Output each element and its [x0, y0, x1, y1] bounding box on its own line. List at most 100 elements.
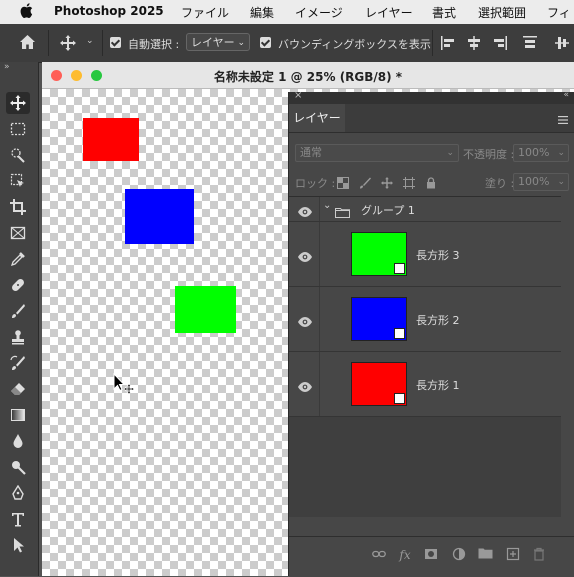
brush-tool[interactable] — [6, 300, 30, 322]
new-group-icon[interactable] — [477, 547, 493, 563]
layer-name: 長方形 1 — [416, 379, 460, 392]
chevron-down-icon[interactable]: ⌄ — [323, 200, 331, 211]
lock-artboard-icon[interactable] — [403, 174, 415, 193]
crop-icon — [10, 199, 26, 215]
pen-tool[interactable] — [6, 482, 30, 504]
add-mask-icon[interactable] — [423, 547, 439, 563]
menu-select[interactable]: 選択範囲 — [478, 4, 526, 21]
layer-name: 長方形 2 — [416, 314, 460, 327]
shape-layer-icon — [394, 263, 405, 274]
type-tool[interactable] — [6, 508, 30, 530]
quick-selection-tool[interactable] — [6, 144, 30, 166]
blur-tool[interactable] — [6, 430, 30, 452]
layer-row[interactable]: 長方形 1 — [289, 352, 561, 417]
align-center-icon[interactable] — [466, 35, 482, 54]
layer-list-scrollbar[interactable] — [561, 196, 574, 516]
opacity-input[interactable]: 100% ⌄ — [513, 144, 569, 162]
fill-value: 100% — [518, 175, 550, 188]
panel-tab-bar: レイヤー — [289, 104, 574, 133]
layer-thumbnail — [351, 362, 407, 406]
new-layer-icon[interactable] — [505, 547, 521, 563]
menu-file[interactable]: ファイル — [181, 4, 229, 21]
layer-name: 長方形 3 — [416, 249, 460, 262]
green-rectangle[interactable] — [175, 286, 236, 333]
layer-row[interactable]: 長方形 3 — [289, 222, 561, 287]
lock-position-icon[interactable] — [381, 174, 393, 193]
quick-selection-icon — [11, 148, 25, 163]
object-selection-tool[interactable] — [6, 170, 30, 192]
divider — [102, 30, 103, 56]
visibility-eye-icon[interactable] — [297, 203, 313, 217]
align-right-icon[interactable] — [492, 35, 508, 54]
align-middle-icon[interactable] — [554, 35, 570, 54]
history-brush-icon — [10, 355, 25, 370]
layer-group-row[interactable]: ⌄ グループ 1 — [289, 197, 561, 222]
brush-icon — [12, 304, 25, 318]
menu-type[interactable]: 書式 — [432, 4, 456, 21]
red-rectangle[interactable] — [83, 118, 139, 161]
adjustment-layer-icon[interactable] — [451, 547, 467, 563]
apple-icon[interactable] — [20, 3, 33, 21]
frame-tool[interactable] — [6, 222, 30, 244]
mouse-cursor-icon — [113, 372, 137, 401]
folder-icon — [335, 203, 350, 222]
eyedropper-tool[interactable] — [6, 248, 30, 270]
blue-rectangle[interactable] — [125, 189, 194, 244]
stamp-icon — [12, 330, 24, 345]
visibility-eye-icon[interactable] — [297, 248, 313, 262]
fill-input[interactable]: 100% ⌄ — [513, 173, 569, 191]
chevron-down-icon: ⌄ — [446, 148, 454, 158]
tab-layers[interactable]: レイヤー — [289, 104, 345, 132]
collapse-panel-icon[interactable]: « — [563, 90, 569, 100]
menu-bar: Photoshop 2025 ファイル 編集 イメージ レイヤー 書式 選択範囲… — [0, 0, 574, 24]
crop-tool[interactable] — [6, 196, 30, 218]
healing-brush-tool[interactable] — [6, 274, 30, 296]
expand-panel-icon[interactable]: » — [4, 62, 10, 72]
app-name-menu[interactable]: Photoshop 2025 — [54, 4, 164, 18]
lock-transparency-icon[interactable] — [337, 174, 349, 193]
delete-layer-icon[interactable] — [531, 547, 547, 563]
history-brush-tool[interactable] — [6, 352, 30, 374]
menu-layer[interactable]: レイヤー — [365, 4, 413, 21]
blend-mode-value: 通常 — [300, 146, 322, 159]
align-top-icon[interactable] — [522, 35, 538, 54]
document-title-bar: 名称未設定 1 @ 25% (RGB/8) * — [42, 62, 574, 89]
marquee-tool[interactable] — [6, 118, 30, 140]
menu-image[interactable]: イメージ — [295, 4, 343, 21]
lock-pixels-icon[interactable] — [359, 174, 371, 193]
auto-select-label: 自動選択 : — [128, 38, 180, 51]
gradient-tool[interactable] — [6, 404, 30, 426]
lock-all-icon[interactable] — [425, 174, 437, 193]
menu-edit[interactable]: 編集 — [250, 4, 274, 21]
show-bounding-box-checkbox[interactable] — [260, 37, 271, 48]
align-left-icon[interactable] — [440, 35, 456, 54]
eraser-tool[interactable] — [6, 378, 30, 400]
document-title: 名称未設定 1 @ 25% (RGB/8) * — [213, 70, 403, 84]
layers-panel-footer: fx — [289, 536, 574, 577]
fx-icon[interactable]: fx — [397, 547, 413, 563]
menu-filter[interactable]: フィ — [547, 4, 571, 21]
move-tool[interactable] — [6, 92, 30, 114]
visibility-eye-icon[interactable] — [297, 378, 313, 392]
opacity-label: 不透明度 : — [463, 148, 515, 161]
auto-select-dropdown[interactable]: レイヤー ⌄ — [186, 33, 250, 51]
blend-mode-dropdown[interactable]: 通常 ⌄ — [295, 144, 459, 162]
visibility-eye-icon[interactable] — [297, 313, 313, 327]
layer-list: ⌄ グループ 1 長方形 3 長方形 2 長方形 1 — [289, 196, 561, 517]
layer-row[interactable]: 長方形 2 — [289, 287, 561, 352]
panel-menu-icon[interactable] — [557, 111, 569, 130]
chevron-down-icon: ⌄ — [237, 38, 245, 48]
link-layers-icon[interactable] — [371, 547, 387, 563]
shape-layer-icon — [394, 393, 405, 404]
divider — [319, 287, 320, 351]
tools-panel: » — [0, 62, 39, 576]
clone-stamp-tool[interactable] — [6, 326, 30, 348]
move-tool-preset-icon[interactable] — [60, 35, 76, 54]
home-icon[interactable] — [19, 34, 36, 53]
eraser-icon — [11, 383, 25, 395]
path-selection-tool[interactable] — [6, 534, 30, 556]
chevron-down-icon[interactable]: ⌄ — [86, 36, 94, 46]
dodge-tool[interactable] — [6, 456, 30, 478]
close-panel-icon[interactable]: × — [294, 90, 302, 101]
auto-select-checkbox[interactable] — [110, 37, 121, 48]
